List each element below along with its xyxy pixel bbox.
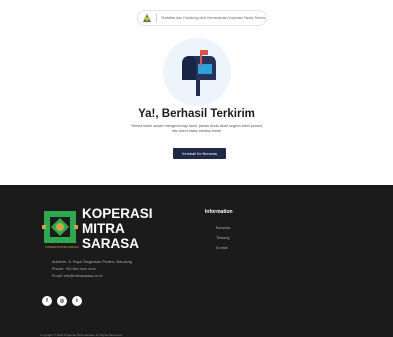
address-line: Address: Jl. Raya Tangkuban Perahu, Band… [52, 260, 132, 264]
back-home-button[interactable]: Kembali Ke Beranda [173, 148, 226, 159]
info-link-kontak[interactable]: Kontak [216, 246, 228, 250]
email-line: Email: info@mitrasarasa.co.id [52, 274, 103, 278]
koperasi-emblem-icon [42, 211, 78, 243]
top-bar: Terdaftar dan Didukung oleh Kementerian … [0, 0, 393, 34]
koperasi-logo-icon[interactable] [142, 13, 152, 23]
brand-name-line2: MITRA [82, 221, 125, 236]
brand-name: KOPERASI MITRA SARASA [82, 206, 162, 251]
phone-line: Phone: +62 8xx xxxx xxxx [52, 267, 96, 271]
info-heading: Information [205, 209, 233, 215]
facebook-icon[interactable]: f [42, 296, 52, 306]
info-link-beranda[interactable]: Beranda [216, 226, 230, 230]
page-title: Ya!, Berhasil Terkirim [138, 108, 255, 120]
copyright: Copyright © 2024 Koperasi Mitra Sarasa. … [40, 333, 123, 337]
brand-subtext: KOPERASI MITRA SARASA [45, 246, 79, 249]
instagram-icon[interactable]: ◎ [57, 296, 67, 306]
success-description: Terima kasih sudah menghubungi kami, pes… [130, 124, 263, 134]
twitter-icon[interactable]: t [72, 296, 82, 306]
brand-name-line3: SARASA [82, 236, 140, 251]
header-breadcrumb: Terdaftar dan Didukung oleh Kementerian … [161, 16, 266, 20]
contact-address: Address: Jl. Raya Tangkuban Perahu, Band… [52, 259, 162, 280]
info-link-tentang[interactable]: Tentang [216, 236, 230, 240]
mailbox-icon [182, 50, 216, 96]
brand-name-line1: KOPERASI [82, 206, 153, 221]
header-pill: Terdaftar dan Didukung oleh Kementerian … [137, 10, 267, 26]
pill-divider [156, 14, 157, 22]
